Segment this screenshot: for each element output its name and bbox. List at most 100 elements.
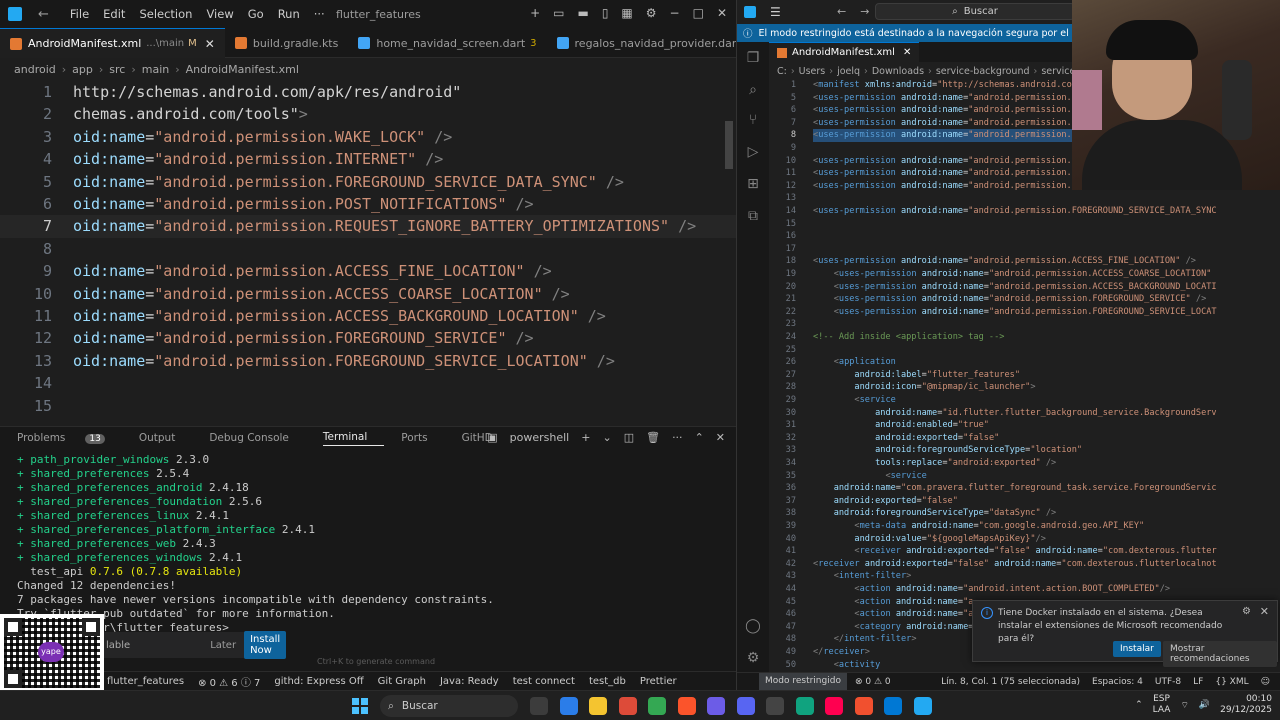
explorer-icon[interactable]: ❐ [745, 50, 761, 66]
code-editor[interactable]: 1 http://schemas.android.com/apk/res/andr… [0, 81, 736, 421]
run-debug-icon[interactable]: ▷ [745, 144, 761, 160]
minimize-icon[interactable]: − [670, 6, 680, 20]
menu-item[interactable]: Selection [132, 7, 199, 21]
panel-tab[interactable]: Terminal [322, 431, 385, 446]
panel-tab[interactable]: Debug Console [209, 432, 306, 444]
editor-tab[interactable]: AndroidManifest.xml ...\main M ✕ [0, 28, 225, 58]
menu-item[interactable]: ··· [307, 7, 332, 21]
tab-androidmanifest[interactable]: AndroidManifest.xml ✕ [769, 42, 920, 62]
later-button[interactable]: Later [210, 640, 236, 651]
add-icon[interactable]: + [530, 6, 540, 20]
search-icon[interactable]: ⌕ [745, 82, 761, 98]
menu-item[interactable]: File [63, 7, 96, 21]
layout-grid-icon[interactable]: ▦ [621, 6, 632, 20]
close-panel-icon[interactable]: ✕ [716, 431, 725, 444]
trash-icon[interactable]: 🗑 [646, 431, 660, 444]
status-item[interactable]: Espacios: 4 [1092, 677, 1143, 687]
breadcrumb-item[interactable]: main [142, 63, 169, 76]
editor-tab[interactable]: home_navidad_screen.dart 3 [348, 28, 546, 58]
status-item[interactable]: Prettier [640, 676, 677, 687]
command-search[interactable]: ⌕ Buscar [875, 3, 1075, 20]
status-item[interactable]: test_db [589, 676, 626, 687]
dropdown-icon[interactable]: ⌄ [602, 431, 611, 444]
volume-icon[interactable]: 🔊 [1199, 700, 1210, 710]
status-item[interactable]: ☺ [1261, 677, 1270, 687]
maximize-icon[interactable]: □ [693, 6, 704, 20]
taskbar-app-icon[interactable] [530, 697, 548, 715]
taskbar-app-icon[interactable] [589, 697, 607, 715]
breadcrumb-item[interactable]: Users [799, 66, 826, 77]
close-tab-icon[interactable]: ✕ [903, 47, 911, 58]
panel-tab[interactable]: Problems 13 [17, 432, 122, 444]
taskbar-app-icon[interactable] [825, 697, 843, 715]
panel-tab[interactable]: Output [139, 432, 192, 444]
breadcrumb-item[interactable]: src [109, 63, 125, 76]
taskbar-app-icon[interactable] [707, 697, 725, 715]
forward-arrow-icon[interactable]: → [860, 5, 869, 18]
problems-status[interactable]: ⊗ 0 ⚠ 0 [855, 677, 891, 687]
taskbar-app-icon[interactable] [559, 697, 578, 715]
breadcrumb-item[interactable]: app [72, 63, 93, 76]
panel-tab[interactable]: Ports [401, 432, 444, 444]
language-indicator[interactable]: ESP LAA [1153, 694, 1171, 716]
status-item[interactable]: {} XML [1215, 677, 1248, 687]
remote-explorer-icon[interactable]: ⧉ [745, 208, 761, 224]
taskbar-app-icon[interactable] [618, 697, 637, 715]
terminal-output[interactable]: + path_provider_windows 2.3.0 + shared_pr… [17, 453, 494, 635]
back-arrow-icon[interactable]: ← [38, 7, 49, 22]
breadcrumb-item[interactable]: joelq [837, 66, 860, 77]
layout-right-icon[interactable]: ▯ [602, 6, 609, 20]
status-item[interactable]: LF [1193, 677, 1203, 687]
editor-tab[interactable]: regalos_navidad_provider.dart [547, 28, 736, 58]
taskbar-app-icon[interactable] [648, 697, 666, 715]
extensions-icon[interactable]: ⊞ [745, 176, 761, 192]
account-icon[interactable]: ◯ [745, 618, 761, 634]
status-item[interactable]: flutter_features [107, 676, 184, 687]
install-button[interactable]: Instalar [1113, 641, 1161, 657]
breadcrumb-item[interactable]: AndroidManifest.xml [186, 63, 299, 76]
close-tab-icon[interactable]: ✕ [205, 37, 215, 51]
wifi-icon[interactable]: ⌔ [1180, 700, 1188, 711]
taskbar-app-icon[interactable] [854, 697, 873, 715]
tray-chevron-icon[interactable]: ⌃ [1135, 700, 1143, 710]
windows-start-icon[interactable] [352, 698, 368, 714]
status-item[interactable]: test connect [513, 676, 575, 687]
taskbar-app-icon[interactable] [795, 697, 814, 715]
notification-gear-icon[interactable]: ⚙ [1242, 606, 1251, 617]
taskbar-app-icon[interactable] [677, 697, 696, 715]
back-arrow-icon[interactable]: ← [837, 5, 846, 18]
status-item[interactable]: UTF-8 [1155, 677, 1181, 687]
breadcrumb-item[interactable]: android [14, 63, 56, 76]
maximize-panel-icon[interactable]: ⌃ [695, 431, 704, 444]
menu-item[interactable]: Go [241, 7, 271, 21]
status-item[interactable]: ⊗ 0 ⚠ 6 ⓘ 7 [198, 674, 260, 689]
editor-tab[interactable]: build.gradle.kts [225, 28, 349, 58]
status-item[interactable]: githd: Express Off [274, 676, 363, 687]
more-icon[interactable]: ··· [672, 431, 683, 444]
hamburger-menu-icon[interactable]: ☰ [770, 5, 781, 19]
close-icon[interactable]: ✕ [717, 6, 727, 20]
clock[interactable]: 00:10 29/12/2025 [1220, 694, 1272, 716]
taskbar-search[interactable]: ⌕ Buscar [380, 695, 518, 717]
menu-item[interactable]: Edit [96, 7, 132, 21]
breadcrumb-item[interactable]: Downloads [872, 66, 924, 77]
menu-item[interactable]: View [199, 7, 240, 21]
settings-gear-icon[interactable]: ⚙ [646, 6, 657, 20]
status-item[interactable]: Java: Ready [440, 676, 499, 687]
breadcrumb-item[interactable]: service-background [936, 66, 1030, 77]
taskbar-app-icon[interactable] [913, 697, 932, 715]
shell-label[interactable]: powershell [510, 431, 570, 444]
taskbar-app-icon[interactable] [736, 697, 755, 715]
breadcrumb-item[interactable]: C: [777, 66, 787, 77]
restricted-mode-status[interactable]: Modo restringido [759, 673, 847, 690]
install-now-button[interactable]: Install Now [244, 631, 287, 659]
source-control-icon[interactable]: ⑂ [745, 112, 761, 128]
notification-close-icon[interactable]: ✕ [1260, 605, 1269, 618]
taskbar-app-icon[interactable] [884, 697, 902, 715]
menu-item[interactable]: Run [271, 7, 307, 21]
split-terminal-icon[interactable]: ◫ [624, 431, 634, 444]
layout-sidebar-icon[interactable]: ▭ [553, 6, 564, 20]
status-item[interactable]: Git Graph [378, 676, 426, 687]
new-terminal-icon[interactable]: + [581, 431, 590, 444]
status-item[interactable]: Lín. 8, Col. 1 (75 seleccionada) [941, 677, 1080, 687]
